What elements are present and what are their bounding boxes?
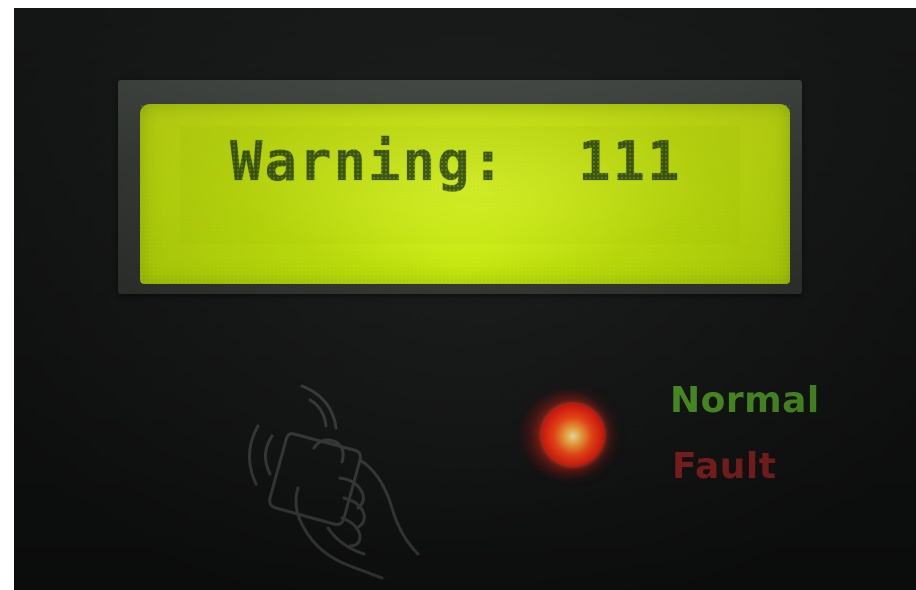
status-led	[520, 390, 610, 480]
lcd-warning-label: Warning:	[230, 130, 507, 193]
lcd-warning-code: 111	[578, 130, 682, 193]
rfid-card-icon	[248, 384, 420, 580]
led-lamp	[542, 404, 604, 466]
normal-label: Normal	[670, 380, 820, 421]
device-panel-photo: Warning: 111 Normal Fault	[14, 8, 916, 590]
fault-label: Fault	[672, 446, 777, 487]
lcd-display: Warning: 111	[140, 104, 790, 284]
lcd-text-line: Warning: 111	[230, 130, 682, 193]
